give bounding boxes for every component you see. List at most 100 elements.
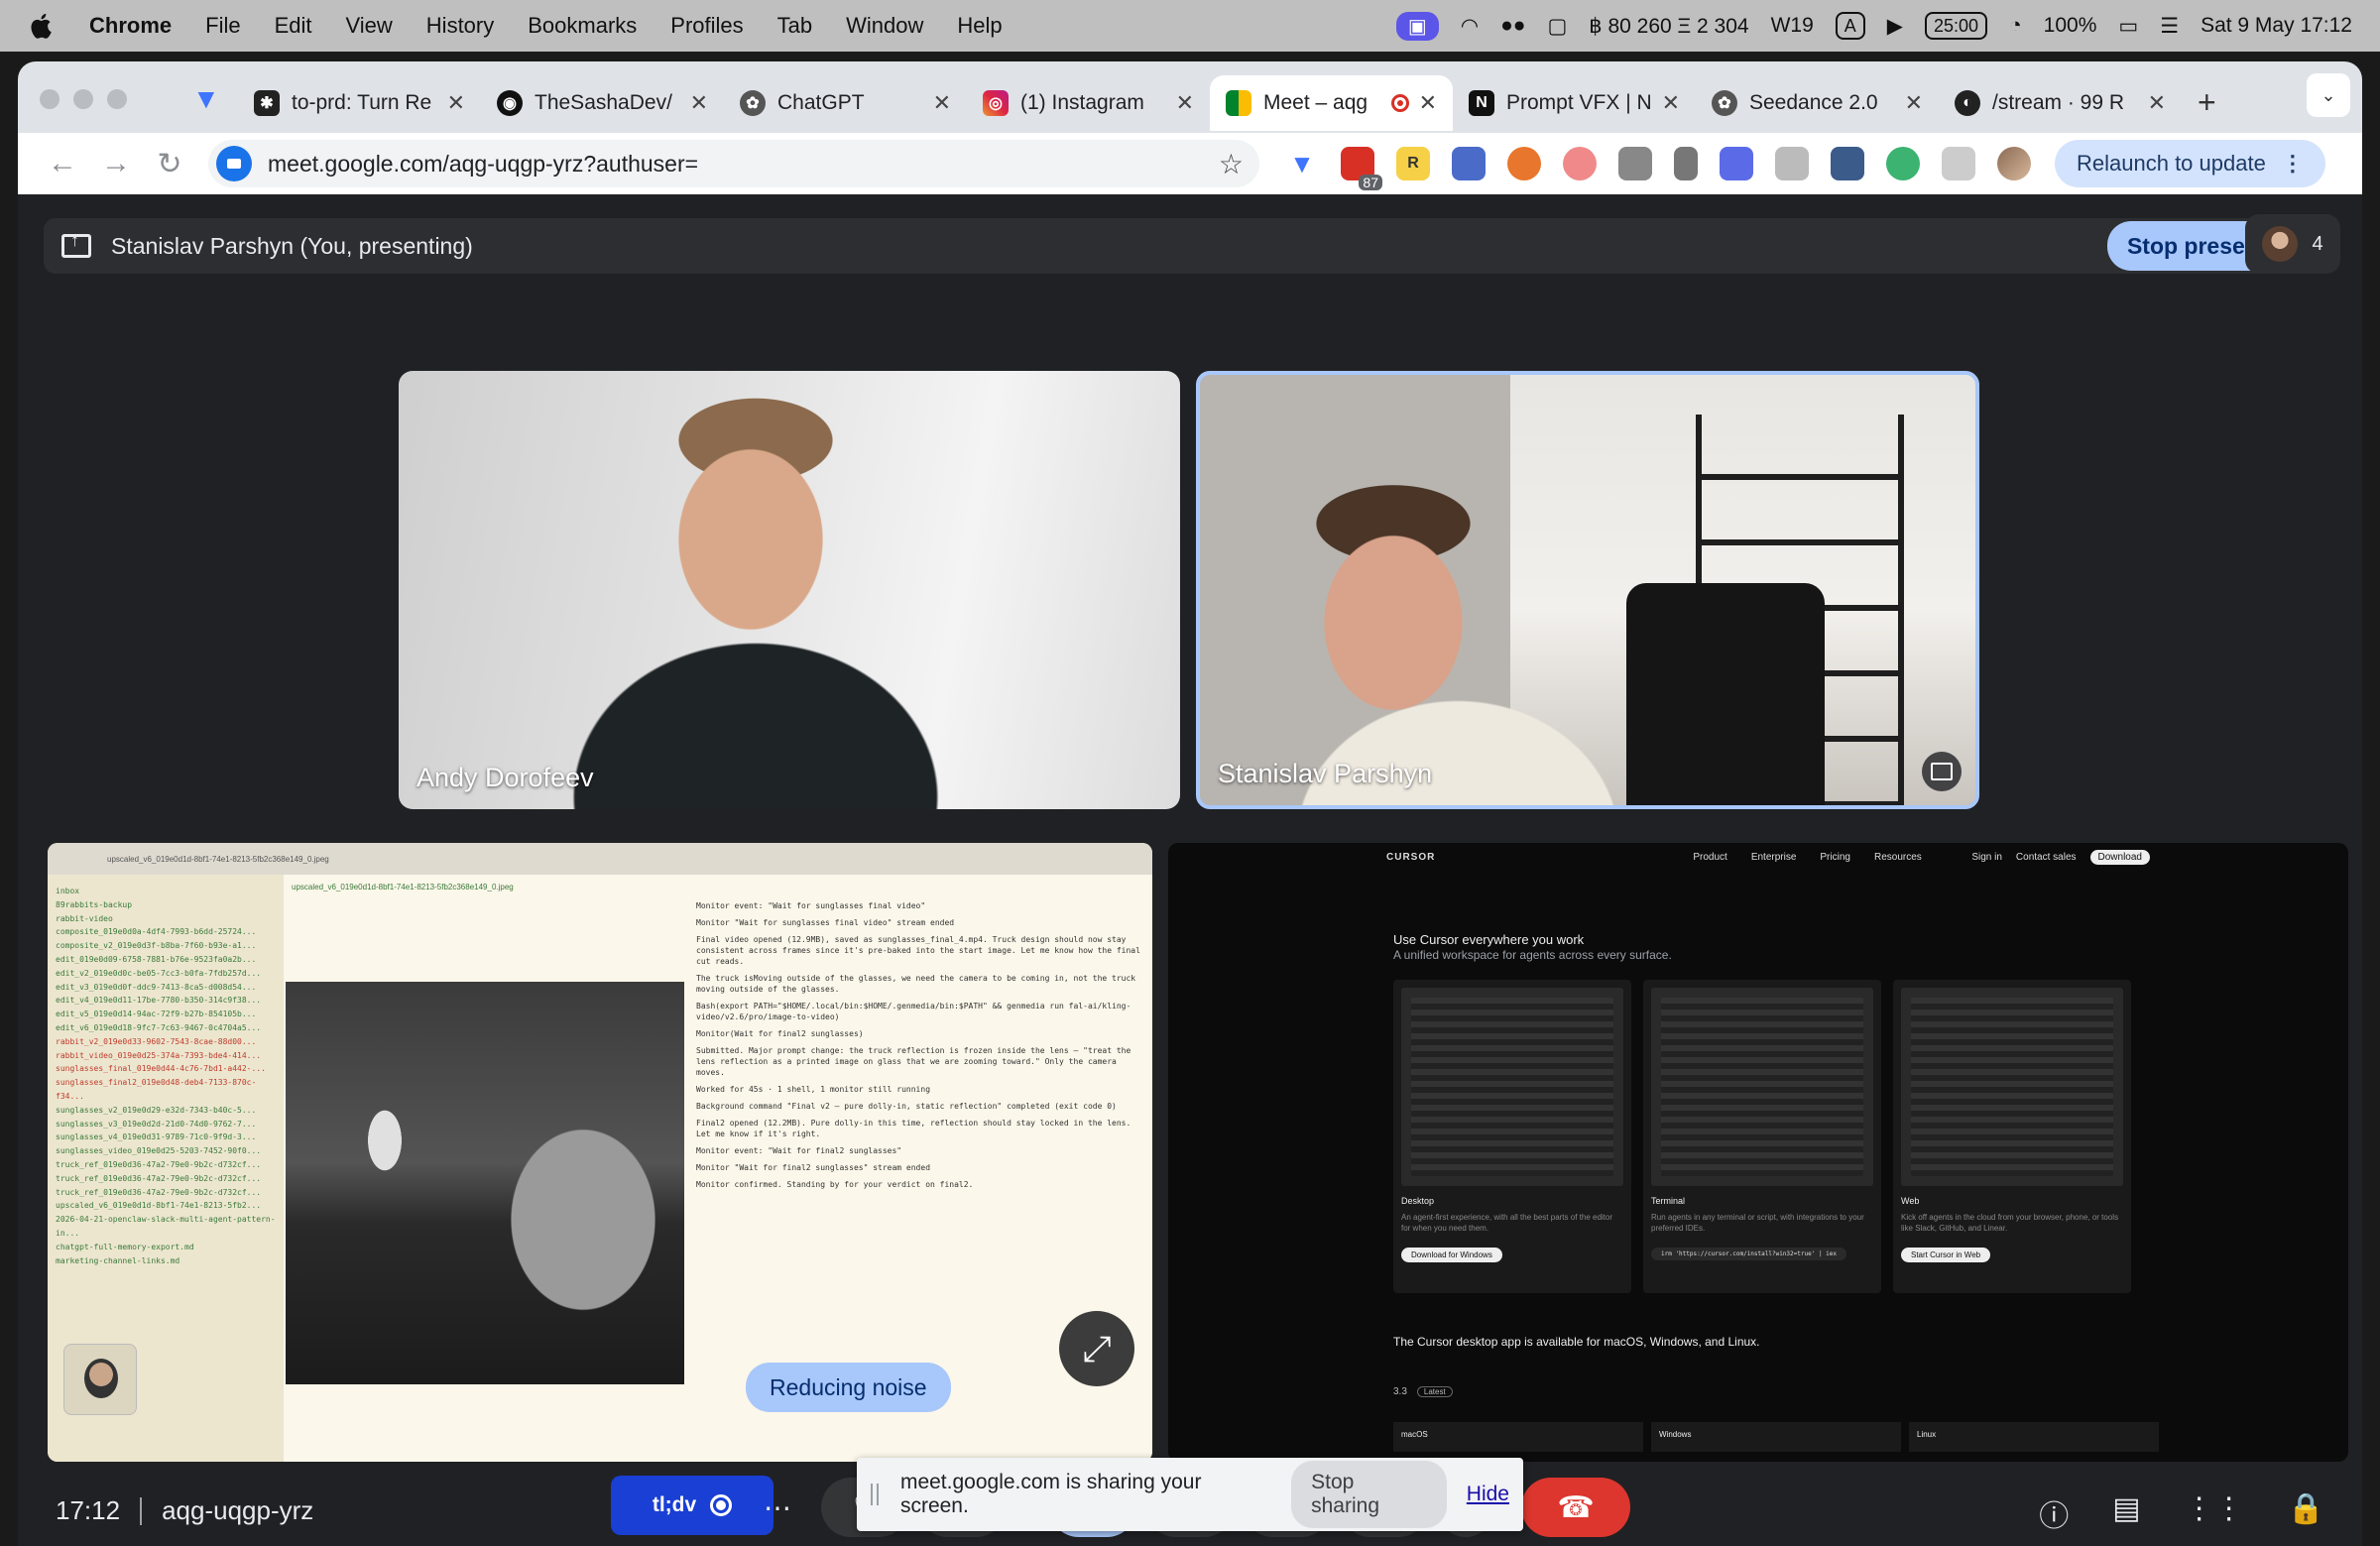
participants-button[interactable]: 4 — [2245, 214, 2340, 274]
tab-search-button[interactable]: ⌄ — [2307, 73, 2350, 117]
calendar-extension-icon[interactable]: 87 — [1341, 147, 1382, 190]
battery-percent[interactable]: 100% — [2044, 14, 2097, 38]
participant-tile-stanislav[interactable]: Stanislav Parshyn — [1196, 371, 1979, 809]
close-tab-icon[interactable]: ✕ — [690, 90, 708, 116]
r-extension-icon[interactable]: R — [1396, 147, 1430, 180]
leave-call-button[interactable]: ☎ — [1521, 1478, 1630, 1537]
menu-view[interactable]: View — [346, 13, 393, 39]
forward-button[interactable]: → — [89, 147, 143, 180]
address-bar[interactable]: meet.google.com/aqg-uqgp-yrz?authuser= ☆ — [208, 140, 1259, 187]
close-tab-icon[interactable]: ✕ — [447, 90, 465, 116]
book-extension-icon[interactable] — [1831, 147, 1864, 180]
meeting-details-icon[interactable]: ⓘ — [2039, 1491, 2069, 1535]
menu-help[interactable]: Help — [957, 13, 1002, 39]
pomodoro-timer[interactable]: 25:00 — [1924, 12, 1987, 40]
metamask-extension-icon[interactable] — [1507, 147, 1541, 180]
menu-profiles[interactable]: Profiles — [670, 13, 743, 39]
version-number: 3.3 — [1393, 1386, 1407, 1397]
tldv-label: tl;dv — [652, 1493, 697, 1516]
chatgpt-favicon-icon: ✿ — [740, 90, 766, 116]
reload-button[interactable]: ↻ — [143, 147, 196, 181]
pip-icon[interactable] — [1922, 752, 1962, 791]
menu-history[interactable]: History — [426, 13, 494, 39]
tab-to-prd[interactable]: ✱ to-prd: Turn Re ✕ — [238, 75, 481, 131]
more-options-icon[interactable]: ⋯ — [746, 1478, 809, 1537]
profile-avatar[interactable] — [1997, 147, 2031, 180]
card-title: Desktop — [1401, 1196, 1435, 1206]
menu-window[interactable]: Window — [846, 13, 923, 39]
clipboard-icon[interactable]: ▢ — [1547, 14, 1567, 39]
new-tab-button[interactable]: + — [2198, 84, 2216, 121]
camera-extension-icon[interactable] — [1775, 147, 1809, 180]
url-text[interactable]: meet.google.com/aqg-uqgp-yrz?authuser= — [268, 151, 698, 178]
activities-icon[interactable]: ⋮⋮ — [2185, 1491, 2244, 1535]
close-tab-icon[interactable]: ✕ — [1662, 90, 1680, 116]
apple-icon[interactable] — [28, 11, 54, 41]
tab-github[interactable]: ◉ TheSashaDev/ ✕ — [481, 75, 724, 131]
expand-tile-button[interactable]: ⤢ — [1059, 1311, 1134, 1386]
crypto-ticker[interactable]: ฿ 80 260 Ξ 2 304 — [1589, 14, 1748, 39]
m-extension-icon[interactable] — [1452, 147, 1486, 180]
tab-prompt-vfx[interactable]: N Prompt VFX | N ✕ — [1453, 75, 1696, 131]
back-button[interactable]: ← — [36, 147, 89, 180]
dots-icon[interactable]: ●● — [1500, 14, 1525, 38]
menu-file[interactable]: File — [205, 13, 240, 39]
close-window-button[interactable] — [40, 89, 60, 109]
target-extension-icon[interactable] — [1563, 147, 1597, 180]
close-tab-icon[interactable]: ✕ — [1176, 90, 1194, 116]
tab-chatgpt[interactable]: ✿ ChatGPT ✕ — [724, 75, 967, 131]
zoom-window-button[interactable] — [107, 89, 127, 109]
screen-share-status-icon[interactable]: ▣ — [1395, 11, 1439, 41]
reducing-noise-chip[interactable]: Reducing noise — [746, 1363, 951, 1412]
tab-stream[interactable]: ◐ /stream · 99 R ✕ — [1939, 75, 2182, 131]
relaunch-button[interactable]: Relaunch to update ⋮ — [2055, 140, 2325, 187]
tab-seedance[interactable]: ✿ Seedance 2.0 ✕ — [1696, 75, 1939, 131]
video-extension-icon[interactable] — [1720, 147, 1753, 180]
file-item: edit_v4_019e0d11-17be-7780-b350-314c9f38… — [56, 996, 262, 1006]
green-dot-extension-icon[interactable] — [1886, 147, 1920, 180]
puzzle-extensions-icon[interactable] — [1942, 147, 1975, 180]
tab-meet[interactable]: Meet – aqg ✕ — [1210, 75, 1453, 131]
nav-contact: Contact sales — [2015, 851, 2077, 863]
tab-instagram[interactable]: ◎ (1) Instagram ✕ — [967, 75, 1210, 131]
screen-share-tile[interactable]: upscaled_v6_019e0d1d-8bf1-74e1-8213-5fb2… — [48, 843, 1152, 1462]
latest-badge: Latest — [1416, 1386, 1453, 1397]
file-item: edit_019e0d09-6758-7881-b76e-9523fa0a2b.… — [56, 954, 257, 964]
close-tab-icon[interactable]: ✕ — [1419, 90, 1437, 116]
vivaldi-pinned-tab-icon[interactable]: ▼ — [192, 83, 220, 115]
menu-tab[interactable]: Tab — [777, 13, 812, 39]
more-vert-icon[interactable]: ⋮ — [2282, 151, 2304, 177]
play-icon[interactable]: ▶ — [1887, 14, 1903, 39]
close-tab-icon[interactable]: ✕ — [1905, 90, 1923, 116]
chat-icon[interactable]: ▤ — [2112, 1491, 2140, 1535]
menu-edit[interactable]: Edit — [275, 13, 312, 39]
date-time[interactable]: Sat 9 May 17:12 — [2201, 14, 2352, 38]
drag-handle[interactable] — [871, 1484, 879, 1505]
menu-bookmarks[interactable]: Bookmarks — [528, 13, 637, 39]
minimize-window-button[interactable] — [73, 89, 93, 109]
vr-headset-icon[interactable]: ◠ — [1461, 14, 1479, 39]
trash-extension-icon[interactable] — [1674, 147, 1698, 180]
battery-icon[interactable]: ▭ — [2118, 14, 2138, 39]
bookmark-star-icon[interactable]: ☆ — [1219, 148, 1244, 180]
week-number[interactable]: W19 — [1771, 14, 1814, 38]
host-controls-icon[interactable]: 🔒 — [2288, 1491, 2324, 1535]
nav-download: Download — [2089, 849, 2150, 865]
wifi-icon[interactable]: ◔ — [2009, 14, 2022, 38]
screenshot-extension-icon[interactable] — [1618, 147, 1652, 180]
meet-stage: Stanislav Parshyn (You, presenting) Stop… — [18, 194, 2362, 1546]
close-tab-icon[interactable]: ✕ — [933, 90, 951, 116]
menu-app-name[interactable]: Chrome — [89, 13, 172, 39]
hide-banner-link[interactable]: Hide — [1467, 1483, 1509, 1506]
tab-title: (1) Instagram — [1020, 91, 1144, 114]
stop-sharing-button[interactable]: Stop sharing — [1291, 1461, 1447, 1528]
participant-tile-andy[interactable]: Andy Dorofeev — [399, 371, 1180, 809]
meet-site-icon[interactable] — [216, 146, 252, 181]
vivaldi-extension-icon[interactable]: ▼ — [1285, 147, 1319, 180]
input-source[interactable]: A — [1835, 12, 1865, 40]
recording-indicator-icon — [1390, 94, 1409, 112]
browser-window: ▼ ✱ to-prd: Turn Re ✕ ◉ TheSashaDev/ ✕ ✿… — [18, 61, 2362, 1546]
close-tab-icon[interactable]: ✕ — [2148, 90, 2166, 116]
cursor-website-tile[interactable]: CURSOR Product Enterprise Pricing Resour… — [1168, 843, 2348, 1462]
control-center-icon[interactable]: ☰ — [2160, 14, 2179, 39]
